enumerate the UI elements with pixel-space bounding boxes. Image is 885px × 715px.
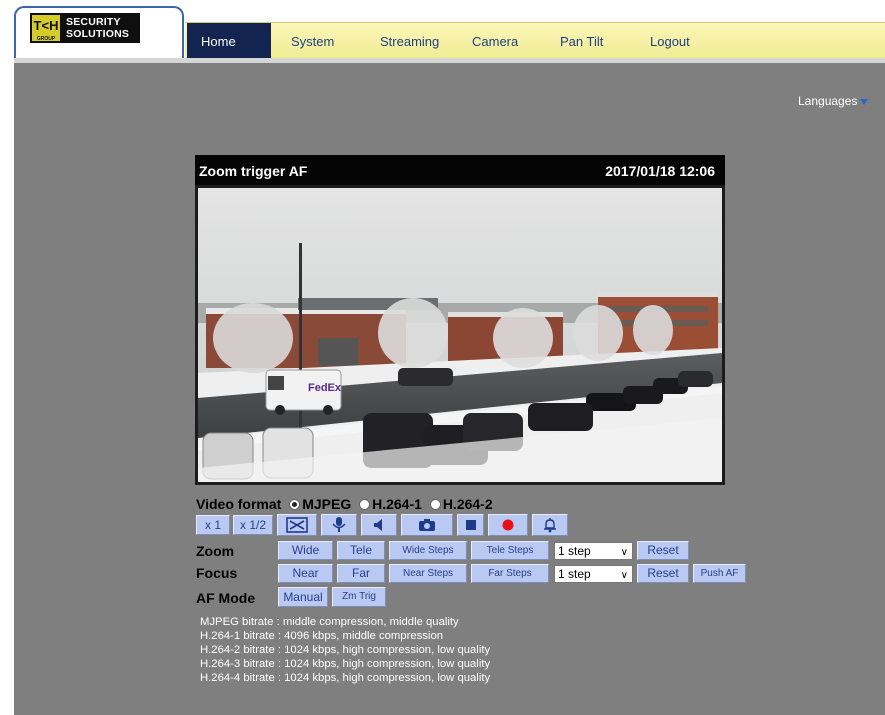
zoom-reset-button[interactable]: Reset [637, 541, 689, 560]
logo-mark-sub: GROUP [36, 36, 56, 42]
video-image: FedEx [198, 188, 722, 482]
nav-system[interactable]: System [291, 23, 334, 59]
option-h264-2[interactable]: H.264-2 [443, 496, 493, 512]
snapshot-button[interactable] [401, 514, 453, 536]
af-mode-label: AF Mode [196, 590, 256, 606]
focus-step-select[interactable]: 1 step ∨ [554, 565, 633, 583]
zoom-wide-button[interactable]: Wide [278, 541, 333, 560]
zoom-tele-steps-button[interactable]: Tele Steps [471, 541, 549, 560]
fullscreen-icon [286, 517, 308, 533]
truck-logo: FedEx [308, 382, 342, 394]
radio-mjpeg[interactable] [289, 499, 301, 510]
bitrate-info: MJPEG bitrate : middle compression, midd… [200, 615, 490, 685]
zoom-step-value[interactable]: 1 step [558, 544, 591, 558]
radio-h264-1[interactable] [359, 499, 371, 510]
main-nav: Home System Streaming Camera Pan Tilt Lo… [185, 22, 885, 59]
logo-line2: SOLUTIONS [66, 28, 130, 40]
video-format-row: Video format MJPEG H.264-1 H.264-2 [196, 496, 493, 512]
bitrate-h264-1: H.264-1 bitrate : 4096 kbps, middle comp… [200, 630, 444, 642]
af-manual-button[interactable]: Manual [278, 587, 328, 607]
bitrate-h264-3: H.264-3 bitrate : 1024 kbps, high compre… [200, 658, 491, 670]
languages-label[interactable]: Languages [798, 94, 857, 108]
languages-menu[interactable]: Languages [798, 94, 869, 108]
logo-text: SECURITY SOLUTIONS [66, 16, 129, 40]
microphone-icon [332, 517, 346, 532]
nav-pan-tilt[interactable]: Pan Tilt [560, 23, 603, 59]
fullscreen-button[interactable] [277, 514, 317, 536]
alarm-button[interactable] [532, 514, 568, 536]
dropdown-arrow-icon[interactable] [860, 98, 869, 105]
radio-h264-2[interactable] [429, 499, 441, 510]
stop-icon [465, 520, 476, 530]
option-h264-1[interactable]: H.264-1 [372, 496, 422, 512]
focus-far-button[interactable]: Far [337, 564, 385, 583]
live-video[interactable]: FedEx [195, 185, 725, 485]
bitrate-h264-4: H.264-4 bitrate : 1024 kbps, high compre… [200, 672, 491, 684]
zoom-step-select[interactable]: 1 step ∨ [554, 542, 633, 560]
video-timestamp: 2017/01/18 12:06 [605, 163, 715, 179]
top-header: T<H GROUP SECURITY SOLUTIONS Home System … [0, 0, 885, 59]
video-title: Zoom trigger AF [199, 163, 308, 179]
chevron-down-icon: ∨ [620, 547, 628, 558]
focus-step-value[interactable]: 1 step [558, 567, 591, 581]
nav-home[interactable]: Home [187, 23, 271, 59]
bitrate-mjpeg: MJPEG bitrate : middle compression, midd… [200, 616, 459, 628]
speaker-icon [374, 519, 382, 531]
record-icon [502, 519, 514, 531]
speaker-button[interactable] [361, 514, 397, 536]
focus-near-button[interactable]: Near [278, 564, 333, 583]
nav-logout[interactable]: Logout [650, 23, 690, 59]
focus-near-steps-button[interactable]: Near Steps [389, 564, 467, 583]
chevron-down-icon: ∨ [620, 570, 628, 581]
nav-streaming[interactable]: Streaming [380, 23, 439, 59]
zoom-tele-button[interactable]: Tele [337, 541, 385, 560]
video-format-label: Video format [196, 496, 282, 512]
zoom-wide-steps-button[interactable]: Wide Steps [389, 541, 467, 560]
record-button[interactable] [488, 514, 528, 536]
focus-label: Focus [196, 565, 238, 581]
focus-far-steps-button[interactable]: Far Steps [471, 564, 549, 583]
logo-line1: SECURITY [66, 16, 121, 28]
zoom-x-half-button[interactable]: x 1/2 [233, 515, 273, 535]
focus-reset-button[interactable]: Reset [637, 564, 689, 583]
zoom-x1-button[interactable]: x 1 [196, 515, 230, 535]
bell-icon [544, 518, 556, 533]
camera-icon [419, 519, 435, 531]
push-af-button[interactable]: Push AF [693, 564, 746, 583]
logo-mark: T<H GROUP [32, 15, 60, 42]
bitrate-h264-2: H.264-2 bitrate : 1024 kbps, high compre… [200, 644, 491, 656]
option-mjpeg[interactable]: MJPEG [302, 496, 351, 512]
zoom-label: Zoom [196, 543, 235, 559]
nav-camera[interactable]: Camera [472, 23, 518, 59]
company-logo: T<H GROUP SECURITY SOLUTIONS [30, 13, 140, 43]
video-header: Zoom trigger AF 2017/01/18 12:06 [195, 155, 725, 185]
logo-mark-text: T<H [33, 18, 59, 33]
microphone-button[interactable] [321, 514, 357, 536]
stop-button[interactable] [457, 514, 484, 536]
af-zoom-trigger-button[interactable]: Zm Trig [332, 587, 386, 607]
